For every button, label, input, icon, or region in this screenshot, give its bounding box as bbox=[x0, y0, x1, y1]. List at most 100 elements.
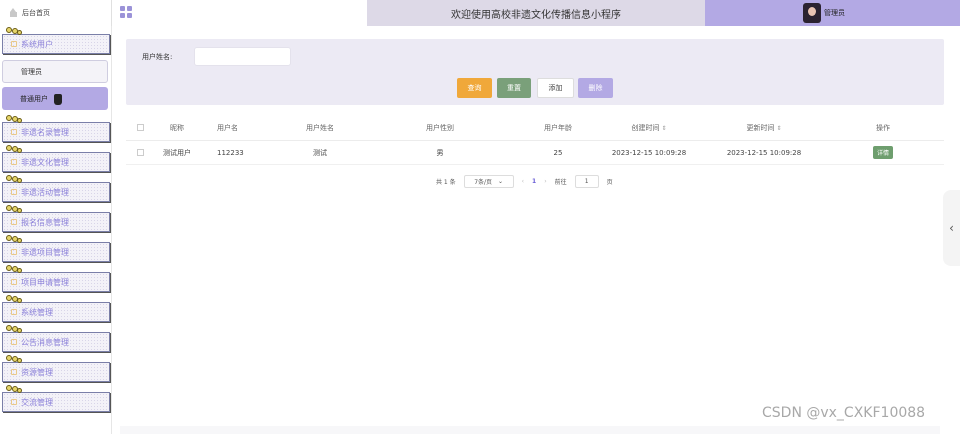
pagination: 共 1 条 7条/页 ⌄ ‹ 1 › 前往 1 页 bbox=[436, 174, 613, 188]
clip-icon bbox=[6, 205, 22, 214]
folder-icon bbox=[11, 249, 17, 255]
column-header: 操作 bbox=[876, 123, 890, 132]
sidebar-sub-label: 管理员 bbox=[21, 67, 42, 76]
cell-nickname: 测试用户 bbox=[163, 148, 191, 157]
user-label: 管理员 bbox=[824, 9, 845, 17]
application-icon bbox=[11, 279, 17, 285]
chevron-left-icon: ‹ bbox=[949, 221, 954, 235]
sidebar-item-resources[interactable]: 资源管理 bbox=[2, 355, 110, 382]
clip-icon bbox=[6, 145, 22, 154]
sidebar-item-label: 系统管理 bbox=[21, 307, 53, 317]
sidebar-item-label: 非遗名录管理 bbox=[21, 127, 69, 137]
row-checkbox[interactable] bbox=[126, 149, 154, 156]
document-icon bbox=[11, 159, 17, 165]
sidebar-item-label: 非遗活动管理 bbox=[21, 187, 69, 197]
app-title: 欢迎使用高校非遗文化传播信息小程序 bbox=[367, 0, 705, 26]
search-button[interactable]: 查询 bbox=[457, 78, 492, 98]
chat-icon bbox=[11, 399, 17, 405]
clip-icon bbox=[6, 175, 22, 184]
chevron-down-icon: ⌄ bbox=[498, 177, 504, 185]
menu-grid-icon[interactable] bbox=[120, 6, 132, 18]
watermark: CSDN @vx_CXKF10088 bbox=[762, 405, 926, 421]
cell-age: 25 bbox=[553, 148, 563, 157]
clip-icon bbox=[6, 325, 22, 334]
form-icon bbox=[11, 219, 17, 225]
sidebar-item-heritage-list[interactable]: 非遗名录管理 bbox=[2, 115, 110, 142]
sidebar-item-label: 系统用户 bbox=[21, 39, 53, 49]
column-header: 用户年龄 bbox=[544, 123, 572, 132]
sort-icon[interactable]: ⇕ bbox=[776, 125, 781, 132]
goto-prefix: 前往 bbox=[554, 178, 567, 186]
sidebar-item-heritage-project[interactable]: 非遗项目管理 bbox=[2, 235, 110, 262]
app-root: 后台首页 欢迎使用高校非遗文化传播信息小程序 管理员 系统用户 管理员 普通用户… bbox=[0, 0, 960, 434]
select-all-checkbox[interactable] bbox=[126, 124, 154, 131]
sidebar-sub-label: 普通用户 bbox=[20, 94, 48, 103]
user-icon bbox=[11, 41, 17, 47]
cell-created: 2023-12-15 10:09:28 bbox=[611, 148, 687, 157]
page-size-value: 7条/页 bbox=[474, 178, 493, 186]
sidebar-item-registration[interactable]: 报名信息管理 bbox=[2, 205, 110, 232]
calendar-icon bbox=[11, 189, 17, 195]
clip-icon bbox=[6, 115, 22, 124]
column-header-updated[interactable]: 更新时间 ⇕ bbox=[702, 123, 826, 133]
column-header-created[interactable]: 创建时间 ⇕ bbox=[596, 123, 702, 133]
sidebar-item-heritage-activity[interactable]: 非遗活动管理 bbox=[2, 175, 110, 202]
sidebar-item-label: 资源管理 bbox=[21, 367, 53, 377]
topbar-left bbox=[112, 0, 367, 26]
sort-icon[interactable]: ⇕ bbox=[661, 125, 666, 132]
page-size-select[interactable]: 7条/页 ⌄ bbox=[463, 174, 514, 188]
sidebar: 系统用户 管理员 普通用户 非遗名录管理 非遗文化管理 非遗活动管理 报名信息管… bbox=[0, 26, 112, 434]
sidebar-item-label: 项目申请管理 bbox=[21, 277, 69, 287]
column-header: 用户姓名 bbox=[306, 123, 334, 132]
home-link[interactable]: 后台首页 bbox=[0, 0, 112, 26]
bell-icon bbox=[11, 339, 17, 345]
table-row: 测试用户 112233 测试 男 25 2023-12-15 10:09:28 … bbox=[126, 141, 944, 165]
bottom-strip bbox=[120, 426, 940, 434]
cell-actions: 详情 bbox=[826, 146, 940, 159]
resource-icon bbox=[11, 369, 17, 375]
table-header: 昵称 用户名 用户姓名 用户性别 用户年龄 创建时间 ⇕ 更新时间 ⇕ 操作 bbox=[126, 115, 944, 141]
prev-page-button[interactable]: ‹ bbox=[522, 178, 524, 185]
next-page-button[interactable]: › bbox=[544, 178, 546, 185]
pager-total: 共 1 条 bbox=[436, 178, 456, 186]
sidebar-item-label: 交流管理 bbox=[21, 397, 53, 407]
list-icon bbox=[11, 129, 17, 135]
delete-button[interactable]: 删除 bbox=[578, 78, 613, 98]
clip-icon bbox=[6, 385, 22, 394]
cell-name: 测试 bbox=[313, 148, 327, 157]
goto-page-input[interactable]: 1 bbox=[574, 174, 599, 188]
top-bar: 后台首页 欢迎使用高校非遗文化传播信息小程序 管理员 bbox=[0, 0, 960, 26]
avatar[interactable] bbox=[803, 3, 821, 23]
current-page[interactable]: 1 bbox=[532, 178, 536, 185]
cell-updated: 2023-12-15 10:09:28 bbox=[726, 148, 802, 157]
user-area[interactable]: 管理员 bbox=[705, 0, 960, 26]
add-button[interactable]: 添加 bbox=[537, 78, 574, 98]
collapse-handle[interactable]: ‹ bbox=[943, 190, 960, 266]
sidebar-item-label: 报名信息管理 bbox=[21, 217, 69, 227]
sidebar-item-project-application[interactable]: 项目申请管理 bbox=[2, 265, 110, 292]
name-search-input[interactable] bbox=[194, 47, 291, 66]
column-header-label: 创建时间 bbox=[631, 123, 660, 132]
sidebar-item-system-users[interactable]: 系统用户 bbox=[2, 27, 110, 54]
sidebar-item-communication[interactable]: 交流管理 bbox=[2, 385, 110, 412]
column-header: 用户性别 bbox=[426, 123, 454, 132]
sidebar-item-label: 非遗项目管理 bbox=[21, 247, 69, 257]
home-icon bbox=[10, 7, 17, 17]
hand-cursor-icon bbox=[54, 94, 62, 105]
sidebar-item-system-management[interactable]: 系统管理 bbox=[2, 295, 110, 322]
column-header: 昵称 bbox=[170, 123, 184, 132]
cell-gender: 男 bbox=[436, 148, 444, 157]
clip-icon bbox=[6, 27, 22, 36]
column-header: 用户名 bbox=[217, 123, 238, 132]
settings-icon bbox=[11, 309, 17, 315]
detail-button[interactable]: 详情 bbox=[872, 146, 893, 159]
home-label: 后台首页 bbox=[22, 9, 50, 17]
goto-suffix: 页 bbox=[606, 178, 613, 186]
sidebar-item-heritage-culture[interactable]: 非遗文化管理 bbox=[2, 145, 110, 172]
sidebar-sub-admin[interactable]: 管理员 bbox=[2, 60, 108, 83]
reset-button[interactable]: 重置 bbox=[497, 78, 531, 98]
main-content: 用户姓名: 查询 重置 添加 删除 昵称 用户名 用户姓名 用户性别 用户年龄 … bbox=[126, 39, 944, 429]
filter-label: 用户姓名: bbox=[142, 53, 173, 61]
sidebar-item-announcements[interactable]: 公告消息管理 bbox=[2, 325, 110, 352]
cell-username: 112233 bbox=[217, 148, 244, 157]
